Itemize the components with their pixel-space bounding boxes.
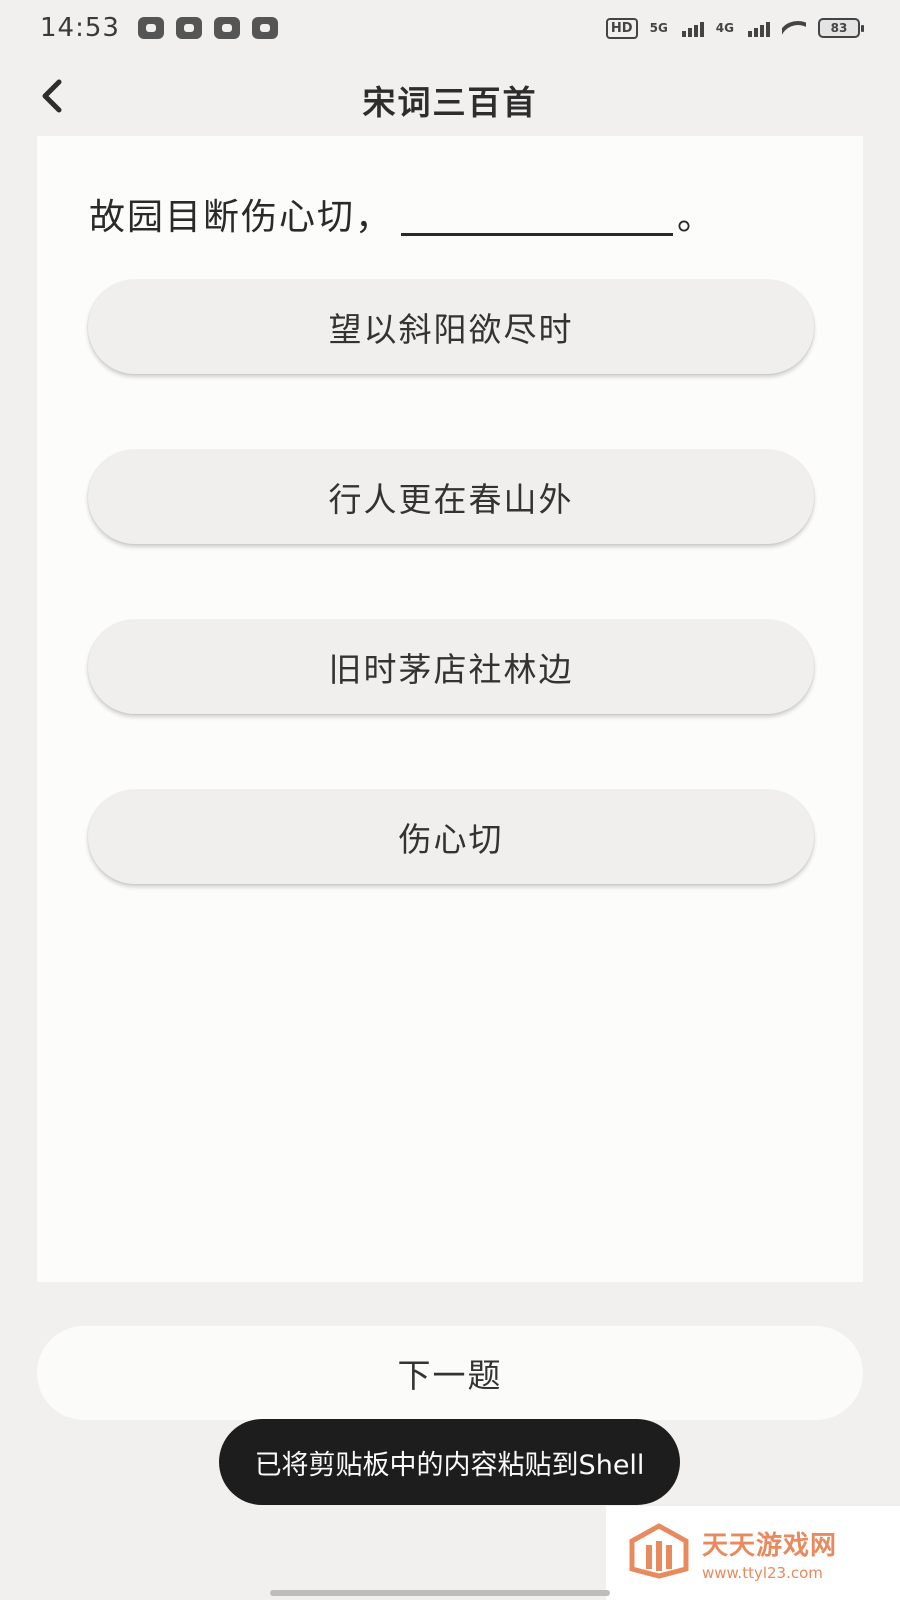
answer-option[interactable]: 望以斜阳欲尽时 — [88, 280, 814, 374]
app-notification-icon — [175, 17, 202, 39]
question-text: 故园目断伤心切， 。 — [89, 188, 715, 240]
network-4g-label: 4G — [715, 21, 734, 35]
network-5g-label: 5G — [649, 21, 668, 35]
quiz-card: 故园目断伤心切， 。 望以斜阳欲尽时 行人更在春山外 旧时茅店社林边 伤心切 — [37, 136, 863, 1282]
status-time: 14:53 — [40, 13, 120, 43]
next-question-button[interactable]: 下一题 — [37, 1326, 863, 1420]
answer-option[interactable]: 伤心切 — [88, 790, 814, 884]
home-indicator[interactable] — [270, 1590, 610, 1596]
wifi-icon — [782, 19, 806, 37]
toast-message: 已将剪贴板中的内容粘贴到Shell — [219, 1419, 680, 1505]
app-screen: 14:53 HD 5G 4G 83 宋词三百首 故园目断伤心切， 。 望以斜阳欲… — [0, 0, 900, 1600]
signal-4g-icon — [748, 19, 770, 37]
question-suffix: 。 — [677, 197, 716, 238]
battery-icon: 83 — [818, 18, 864, 38]
status-bar: 14:53 HD 5G 4G 83 — [0, 0, 900, 56]
mail-notification-icon — [213, 17, 240, 39]
header: 宋词三百首 — [0, 60, 900, 134]
answer-blank — [401, 196, 674, 236]
status-indicators: HD 5G 4G 83 — [605, 17, 864, 39]
watermark-url: www.ttyl23.com — [702, 1563, 823, 1582]
answer-option[interactable]: 旧时茅店社林边 — [88, 620, 814, 714]
hd-badge: HD — [605, 17, 638, 39]
watermark-logo-icon — [628, 1523, 690, 1583]
app-notification-icon — [137, 17, 164, 39]
notification-icons — [137, 17, 278, 39]
signal-5g-icon — [681, 19, 704, 37]
answer-option[interactable]: 行人更在春山外 — [88, 450, 814, 544]
question-prefix: 故园目断伤心切， — [89, 197, 394, 238]
watermark-text: 天天游戏网 www.ttyl23.com — [702, 1525, 837, 1582]
page-title: 宋词三百首 — [362, 83, 538, 122]
watermark-name: 天天游戏网 — [702, 1530, 838, 1561]
watermark: 天天游戏网 www.ttyl23.com — [606, 1506, 900, 1600]
video-notification-icon — [251, 17, 278, 39]
